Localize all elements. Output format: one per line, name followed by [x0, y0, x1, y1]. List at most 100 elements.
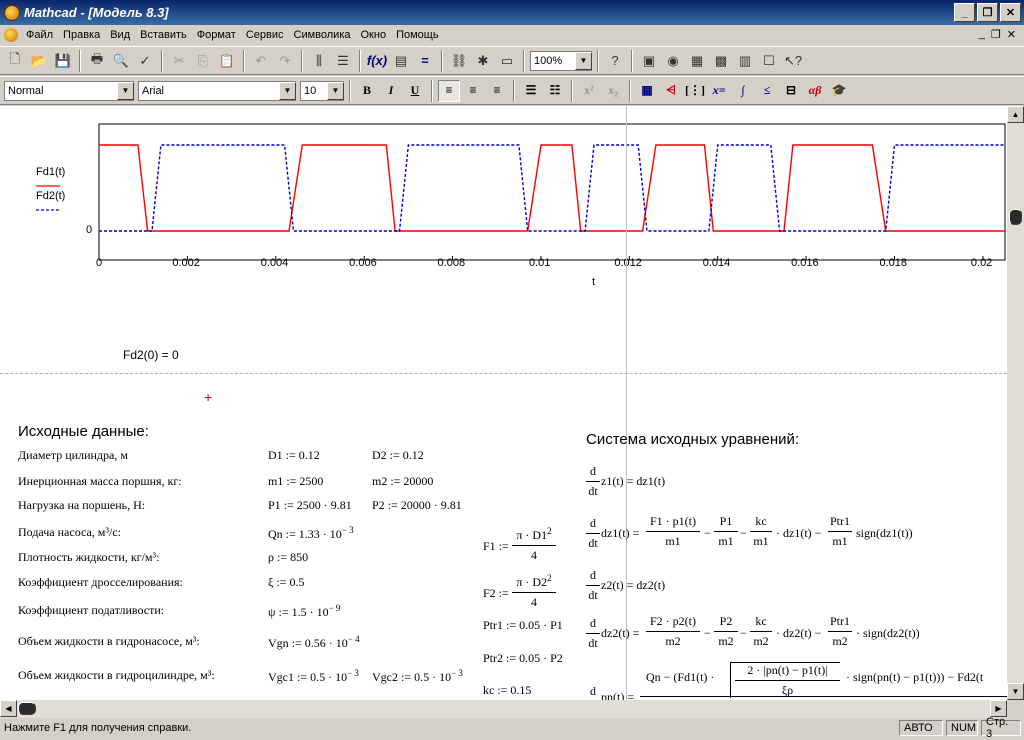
vertical-scroll-thumb[interactable] — [1009, 209, 1022, 225]
menu-edit[interactable]: Правка — [58, 29, 105, 41]
quicksheets-icon[interactable]: ◉ — [662, 50, 684, 72]
spell-check-icon[interactable]: ✓ — [134, 50, 156, 72]
horizontal-scroll-thumb[interactable] — [18, 702, 36, 715]
boolean-palette-icon[interactable]: ≤ — [756, 80, 778, 102]
tip-icon[interactable]: ▥ — [734, 50, 756, 72]
restore-button[interactable]: ❐ — [977, 3, 998, 22]
save-icon[interactable]: 💾 — [52, 50, 74, 72]
input-label-4[interactable]: Плотность жидкости, кг/м³: — [18, 550, 159, 565]
section-heading-input-data[interactable]: Исходные данные: — [18, 423, 149, 440]
input-label-0[interactable]: Диаметр цилиндра, м — [18, 448, 128, 463]
menu-help[interactable]: Помощь — [391, 29, 444, 41]
symbolic-palette-icon[interactable]: 🎓 — [828, 80, 850, 102]
doc-close-icon[interactable]: ✕ — [1007, 28, 1016, 41]
input-def-a-1[interactable]: m1 := 2500 — [268, 474, 323, 489]
input-def-a-2[interactable]: P1 := 2500 · 9.81 — [268, 498, 352, 513]
eq5-numerator[interactable]: Qn − (Fd1(t) · — [646, 670, 714, 685]
doc-minimize-icon[interactable]: _ — [979, 28, 985, 41]
ptr1-definition[interactable]: Ptr1 := 0.05 · P1 — [483, 618, 563, 633]
input-def-a-7[interactable]: Vgn := 0.56 · 10− 4 — [268, 634, 360, 651]
superscript-icon[interactable]: x² — [578, 80, 600, 102]
style-select[interactable]: Normal ▼ — [4, 80, 134, 101]
menu-tools[interactable]: Сервис — [241, 29, 289, 41]
input-def-a-6[interactable]: ψ := 1.5 · 10− 9 — [268, 603, 340, 620]
web-library-icon[interactable]: ☐ — [758, 50, 780, 72]
calculate-icon[interactable]: = — [414, 50, 436, 72]
chevron-down-icon[interactable]: ▼ — [575, 51, 592, 70]
insert-hyperlink-icon[interactable]: ⛓ — [448, 50, 470, 72]
context-help-icon[interactable]: ↖? — [782, 50, 804, 72]
eq2-term3[interactable]: kc m1 — [750, 514, 772, 549]
subscript-icon[interactable]: x₂ — [602, 80, 624, 102]
eq2-term4[interactable]: Ptr1 m1 — [828, 514, 852, 549]
input-def-a-5[interactable]: ξ := 0.5 — [268, 575, 304, 590]
menu-file[interactable]: Файл — [21, 29, 58, 41]
menu-view[interactable]: Вид — [105, 29, 135, 41]
matrix-palette-icon[interactable]: [⋮] — [684, 80, 706, 102]
input-label-8[interactable]: Объем жидкости в гидроцилиндре, м³: — [18, 668, 215, 683]
input-label-2[interactable]: Нагрузка на поршень, Н: — [18, 498, 145, 513]
worksheet[interactable]: Fd1(t) Fd2(t) 0 0 0.002 0.004 0.006 0.008 0.0… — [0, 106, 1007, 700]
greek-palette-icon[interactable]: αβ — [804, 80, 826, 102]
chevron-down-icon[interactable]: ▼ — [117, 81, 134, 100]
paste-icon[interactable]: 📋 — [216, 50, 238, 72]
zoom-select[interactable]: 100% ▼ — [530, 50, 592, 71]
eq5-lhs[interactable]: pn(t) = — [601, 690, 634, 700]
redo-icon[interactable]: ↷ — [274, 50, 296, 72]
eq4-term3[interactable]: kc m2 — [750, 614, 772, 649]
align-right-icon[interactable]: ≡ — [486, 80, 508, 102]
mathcad-app-icon[interactable] — [4, 4, 20, 21]
input-def-b-2[interactable]: P2 := 20000 · 9.81 — [372, 498, 462, 513]
resource-center-icon[interactable]: ▣ — [638, 50, 660, 72]
input-label-6[interactable]: Коэффициент податливости: — [18, 603, 164, 618]
f2-lhs[interactable]: F2 := — [483, 586, 509, 601]
eq4-term4[interactable]: Ptr1 m2 — [828, 614, 852, 649]
underline-button[interactable]: U — [404, 80, 426, 102]
f2-fraction[interactable]: π · D22 4 — [512, 573, 556, 610]
open-folder-icon[interactable]: 📂 — [28, 50, 50, 72]
document-icon[interactable] — [4, 27, 18, 42]
eq3-body[interactable]: z2(t) = dz2(t) — [601, 578, 665, 593]
eq5-sqrt[interactable]: 2 · |pn(t) − p1(t)| ξρ — [730, 662, 840, 698]
numbering-icon[interactable]: ☷ — [544, 80, 566, 102]
eq4-term2[interactable]: P2 m2 — [714, 614, 738, 649]
f1-lhs[interactable]: F1 := — [483, 539, 509, 554]
graph-palette-icon[interactable]: ⩤ — [660, 80, 682, 102]
ptr2-definition[interactable]: Ptr2 := 0.05 · P2 — [483, 651, 563, 666]
align-across-icon[interactable]: ⫼ — [308, 50, 330, 72]
scroll-down-icon[interactable]: ▼ — [1007, 683, 1024, 700]
cut-icon[interactable]: ✂ — [168, 50, 190, 72]
bold-button[interactable]: B — [356, 80, 378, 102]
chevron-down-icon[interactable]: ▼ — [327, 81, 344, 100]
eq5-derivative[interactable]: d — [586, 684, 600, 699]
bullets-icon[interactable]: ☰ — [520, 80, 542, 102]
chevron-down-icon[interactable]: ▼ — [279, 81, 296, 100]
scroll-right-icon[interactable]: ▶ — [990, 700, 1007, 717]
f1-fraction[interactable]: π · D12 4 — [512, 526, 556, 563]
input-def-a-0[interactable]: D1 := 0.12 — [268, 448, 320, 463]
font-size-select[interactable]: 10 ▼ — [300, 80, 344, 101]
section-heading-equations[interactable]: Система исходных уравнений: — [586, 431, 799, 448]
align-down-icon[interactable]: ☰ — [332, 50, 354, 72]
input-label-5[interactable]: Коэффициент дросселирования: — [18, 575, 183, 590]
kc-definition[interactable]: kc := 0.15 — [483, 683, 531, 698]
eq4-derivative[interactable]: d dt — [586, 616, 600, 651]
eq2-term2[interactable]: P1 m1 — [714, 514, 738, 549]
font-select[interactable]: Arial ▼ — [138, 80, 296, 101]
insert-function-icon[interactable]: f(x) — [366, 50, 388, 72]
collaboratory-icon[interactable]: ▩ — [710, 50, 732, 72]
input-def-a-8[interactable]: Vgc1 := 0.5 · 10− 3 — [268, 668, 359, 685]
insert-unit-icon[interactable]: ▤ — [390, 50, 412, 72]
electronic-book-icon[interactable]: ▦ — [686, 50, 708, 72]
align-center-icon[interactable]: ≡ — [462, 80, 484, 102]
programming-palette-icon[interactable]: ⊟ — [780, 80, 802, 102]
eval-fd2[interactable]: Fd2(0) = 0 — [123, 348, 179, 362]
help-icon[interactable]: ? — [604, 50, 626, 72]
doc-restore-icon[interactable]: ❐ — [991, 28, 1001, 41]
print-icon[interactable]: 🖶 — [86, 50, 108, 72]
vertical-scrollbar[interactable]: ▲ ▼ — [1007, 106, 1024, 700]
input-def-b-1[interactable]: m2 := 20000 — [372, 474, 433, 489]
input-def-b-8[interactable]: Vgc2 := 0.5 · 10− 3 — [372, 668, 463, 685]
calculus-palette-icon[interactable]: ∫ — [732, 80, 754, 102]
input-label-7[interactable]: Объем жидкости в гидронасосе, м³: — [18, 634, 200, 649]
